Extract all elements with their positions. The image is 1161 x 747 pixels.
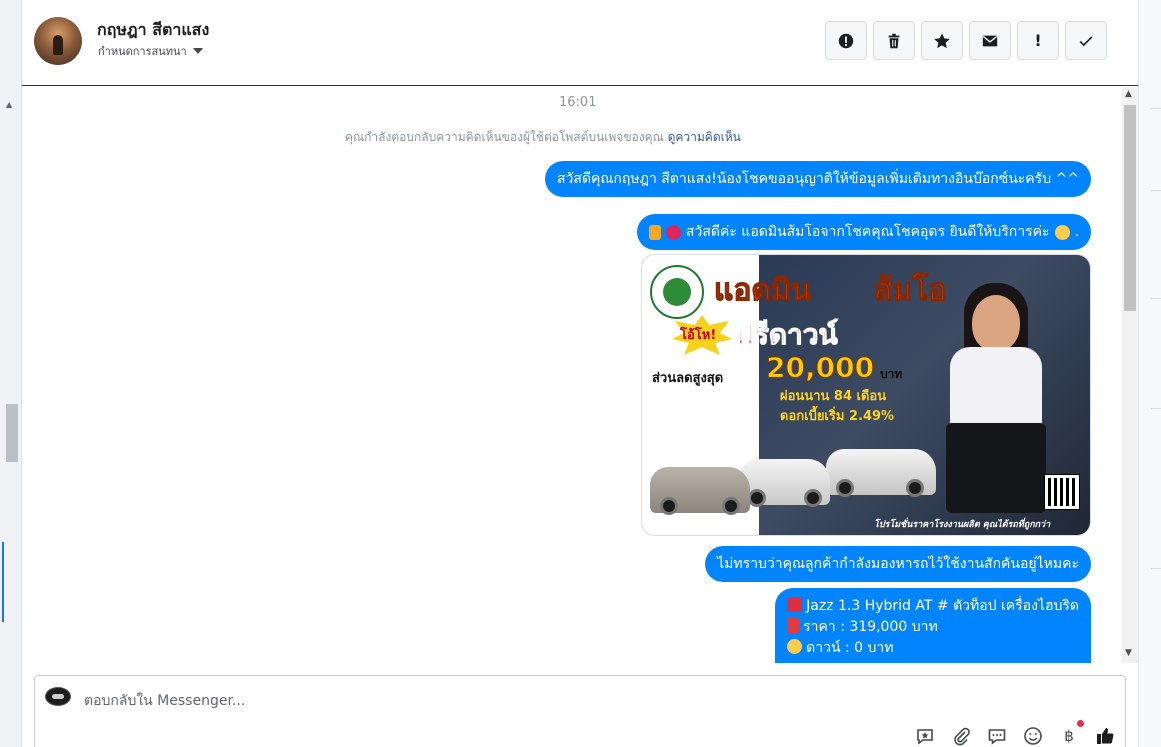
divider [1151, 298, 1161, 299]
baht-icon: ฿ [1064, 727, 1074, 745]
conversation-header: กฤษฎา สีตาแสง กำหนดการสนทนา ! [22, 0, 1138, 86]
chat-scrollbar[interactable]: ▲ ▼ [1122, 87, 1138, 663]
divider [1151, 568, 1161, 569]
notification-dot [1077, 720, 1084, 727]
promo-footer: โปรโมชั่นราคาโรงงานผลิต คุณได้รถที่ถูกกว… [874, 520, 1051, 530]
message-text: สวัสดีค่ะ แอดมินส้มโอจากโชคคุณโชคอุดร ยิ… [685, 224, 1050, 240]
car-icon [786, 597, 802, 612]
report-button[interactable] [825, 21, 867, 60]
saved-reply-button[interactable] [912, 723, 938, 747]
alert-circle-icon [838, 33, 854, 48]
comment-reply-notice: คุณกำลังตอบกลับความคิดเห็นของผู้ใช้ต่อโพ… [345, 128, 741, 147]
offer-price: ราคา : 319,000 บาท [803, 619, 938, 635]
scroll-up-arrow-icon[interactable]: ▲ [6, 100, 12, 109]
offer-line: ราคา : 319,000 บาท [786, 617, 1079, 638]
assign-conversation-dropdown[interactable]: กำหนดการสนทนา [98, 42, 203, 60]
message-bubble[interactable]: สวัสดีค่ะ แอดมินส้มโอจากโชคคุณโชคอุดร ยิ… [636, 214, 1091, 250]
scroll-down-arrow-icon[interactable]: ▼ [1125, 648, 1132, 658]
quick-reply-button[interactable] [984, 723, 1010, 747]
message-bubble[interactable]: สวัสดีคุณกฤษฎา สีตาแสง!น้องโชคขออนุญาติใ… [545, 161, 1091, 197]
selected-indicator [2, 542, 4, 622]
star-icon [786, 639, 802, 654]
discount-unit: บาท [880, 367, 903, 381]
page-avatar [45, 687, 71, 706]
message-thread[interactable]: 16:01 คุณกำลังตอบกลับความคิดเห็นของผู้ใช… [22, 87, 1138, 663]
offer-down: ดาวน์ : 0 บาท [806, 640, 894, 656]
woman-pants [946, 423, 1046, 513]
mark-unread-button[interactable] [969, 21, 1011, 60]
divider [1151, 408, 1161, 409]
attach-button[interactable] [948, 723, 974, 747]
delete-button[interactable] [873, 21, 915, 60]
divider [1151, 190, 1161, 191]
payment-button[interactable]: ฿ [1056, 720, 1084, 747]
message-bubble[interactable]: ไม่ทราบว่าคุณลูกค้ากำลังมองหารถไว้ใช้งาน… [705, 546, 1091, 582]
dealer-logo [650, 265, 704, 319]
discount-label: ส่วนลดสูงสุด [652, 371, 724, 386]
car-image-pickup [826, 449, 936, 497]
offer-line: ดาวน์ : 0 บาท [786, 638, 1079, 659]
car-image-sedan [650, 467, 750, 515]
assign-label: กำหนดการสนทนา [98, 45, 187, 58]
contact-name[interactable]: กฤษฎา สีตาแสง [97, 18, 209, 43]
promo-headline: ส้มโอ [873, 273, 947, 309]
right-panel-edge [1138, 0, 1161, 747]
qr-code-icon [1044, 474, 1080, 510]
inbox-conversation-view: ▲ กฤษฎา สีตาแสง กำหนดการสนทนา ! 16:01 คุ… [0, 0, 1161, 747]
chevron-down-icon [192, 48, 203, 54]
avatar[interactable] [34, 17, 82, 65]
exclamation-icon: ! [1034, 31, 1042, 50]
envelope-icon [982, 35, 998, 46]
saved-reply-icon [917, 729, 933, 745]
left-scrollbar-thumb[interactable] [6, 404, 18, 462]
reply-composer[interactable]: ตอบกลับใน Messenger... ฿ [34, 675, 1126, 747]
emoji-button[interactable] [1020, 723, 1046, 747]
woman-face [972, 295, 1020, 351]
paperclip-icon [954, 727, 970, 746]
message-timestamp: 16:01 [559, 95, 597, 110]
chat-bubble-icon [988, 729, 1006, 745]
reply-input[interactable]: ตอบกลับใน Messenger... [84, 690, 245, 712]
pushpin-icon [786, 618, 799, 633]
checkmark-icon [1079, 35, 1093, 46]
scroll-up-arrow-icon[interactable]: ▲ [1125, 89, 1132, 99]
star-icon [934, 32, 950, 48]
done-button[interactable] [1065, 21, 1107, 60]
heart-icon [665, 224, 681, 240]
chat-scrollbar-thumb[interactable] [1124, 105, 1136, 311]
promo-image[interactable]: แอดมิน ส้มโอ โอ้โห! ฟรีดาวน์ ส่วนลดสูงสุ… [641, 254, 1091, 536]
star-button[interactable] [921, 21, 963, 60]
notice-text: คุณกำลังตอบกลับความคิดเห็นของผู้ใช้ต่อโพ… [345, 130, 664, 144]
burst-text: โอ้โห! [680, 328, 717, 343]
offer-line: Jazz 1.3 Hybrid AT # ตัวท็อป เครื่องไฮบร… [786, 596, 1079, 617]
message-suffix: . [1074, 224, 1079, 240]
smiling-face-with-hearts-icon [1054, 224, 1070, 240]
praying-hands-icon [648, 224, 661, 240]
follow-up-button[interactable]: ! [1017, 21, 1059, 60]
like-button[interactable] [1092, 723, 1118, 747]
installment-text: ผ่อนนาน 84 เดือน [780, 389, 887, 404]
woman-shirt [950, 347, 1042, 427]
composer-toolbar: ฿ [912, 720, 1118, 747]
view-comment-link[interactable]: ดูความคิดเห็น [668, 130, 741, 144]
smiley-icon [1024, 727, 1042, 745]
left-panel-edge: ▲ [0, 0, 22, 747]
interest-rate-text: ดอกเบี้ยเริ่ม 2.49% [780, 409, 895, 424]
divider [1151, 108, 1161, 109]
message-bubble-car-offer[interactable]: Jazz 1.3 Hybrid AT # ตัวท็อป เครื่องไฮบร… [774, 588, 1091, 663]
trash-icon [888, 33, 900, 48]
thumbs-up-icon [1097, 728, 1114, 744]
header-actions: ! [825, 21, 1107, 60]
discount-amount: 20,000 [765, 351, 875, 385]
promo-headline: แอดมิน [713, 273, 812, 309]
car-image-pickup [740, 459, 830, 507]
offer-model: Jazz 1.3 Hybrid AT # ตัวท็อป เครื่องไฮบร… [806, 598, 1079, 614]
